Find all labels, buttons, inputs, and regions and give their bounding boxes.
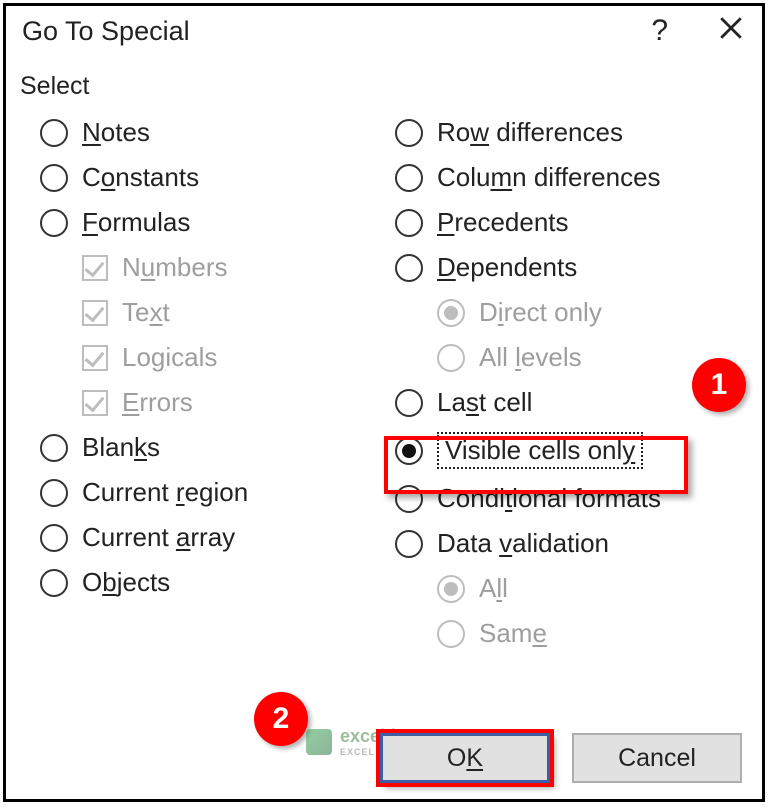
check-errors: Errors	[82, 387, 387, 418]
radio-same: Same	[437, 618, 742, 649]
radio-icon	[40, 434, 68, 462]
radio-label: Data validation	[437, 528, 609, 559]
radio-label: Column differences	[437, 162, 661, 193]
radio-label: Last cell	[437, 387, 532, 418]
radio-conditional-formats[interactable]: Conditional formats	[395, 483, 742, 514]
radio-precedents[interactable]: Precedents	[395, 207, 742, 238]
radio-icon	[395, 254, 423, 282]
radio-current-region[interactable]: Current region	[40, 477, 387, 508]
goto-special-dialog: Go To Special ? Select Notes Constants F…	[3, 3, 765, 802]
radio-row-differences[interactable]: Row differences	[395, 117, 742, 148]
radio-icon	[40, 209, 68, 237]
radio-icon	[40, 479, 68, 507]
help-button[interactable]: ?	[651, 14, 668, 48]
radio-column-differences[interactable]: Column differences	[395, 162, 742, 193]
radio-icon	[437, 344, 465, 372]
radio-icon	[395, 209, 423, 237]
checkbox-icon	[82, 390, 108, 416]
left-column: Notes Constants Formulas Numbers Text Lo…	[40, 109, 387, 663]
radio-icon	[395, 389, 423, 417]
radio-label: Row differences	[437, 117, 623, 148]
radio-label: Objects	[82, 567, 170, 598]
annotation-badge-1: 1	[692, 358, 746, 412]
check-label: Numbers	[122, 252, 228, 283]
radio-icon	[395, 437, 423, 465]
dialog-title: Go To Special	[22, 16, 190, 47]
cancel-button[interactable]: Cancel	[572, 733, 742, 783]
titlebar: Go To Special ?	[6, 6, 762, 54]
radio-icon	[40, 569, 68, 597]
ok-button[interactable]: OK	[380, 733, 550, 783]
radio-icon	[395, 119, 423, 147]
radio-label: Formulas	[82, 207, 190, 238]
radio-label: All levels	[479, 342, 582, 373]
radio-label: Dependents	[437, 252, 577, 283]
radio-blanks[interactable]: Blanks	[40, 432, 387, 463]
radio-label: Blanks	[82, 432, 160, 463]
radio-label: Conditional formats	[437, 483, 661, 514]
radio-last-cell[interactable]: Last cell	[395, 387, 742, 418]
radio-icon	[40, 119, 68, 147]
button-label: OK	[447, 744, 483, 773]
checkbox-icon	[82, 255, 108, 281]
check-label: Errors	[122, 387, 193, 418]
radio-all: All	[437, 573, 742, 604]
radio-notes[interactable]: Notes	[40, 117, 387, 148]
check-text: Text	[82, 297, 387, 328]
radio-label: Current array	[82, 522, 235, 553]
radio-label: Notes	[82, 117, 150, 148]
right-column: Row differences Column differences Prece…	[395, 109, 742, 663]
radio-icon	[40, 524, 68, 552]
check-label: Logicals	[122, 342, 217, 373]
button-row: OK Cancel	[380, 733, 742, 783]
radio-dependents[interactable]: Dependents	[395, 252, 742, 283]
close-button[interactable]	[718, 15, 744, 48]
radio-direct-only: Direct only	[437, 297, 742, 328]
annotation-badge-2: 2	[254, 692, 308, 746]
check-numbers: Numbers	[82, 252, 387, 283]
radio-visible-cells-only[interactable]: Visible cells only	[395, 432, 742, 469]
radio-current-array[interactable]: Current array	[40, 522, 387, 553]
group-label-select: Select	[6, 54, 762, 103]
close-icon	[718, 15, 744, 41]
radio-icon	[437, 620, 465, 648]
radio-label: Current region	[82, 477, 248, 508]
radio-icon	[40, 164, 68, 192]
radio-formulas[interactable]: Formulas	[40, 207, 387, 238]
radio-data-validation[interactable]: Data validation	[395, 528, 742, 559]
radio-objects[interactable]: Objects	[40, 567, 387, 598]
radio-label: Same	[479, 618, 547, 649]
radio-constants[interactable]: Constants	[40, 162, 387, 193]
radio-icon	[437, 299, 465, 327]
options-area: Notes Constants Formulas Numbers Text Lo…	[6, 103, 762, 663]
radio-icon	[395, 485, 423, 513]
radio-label: All	[479, 573, 508, 604]
radio-icon	[437, 575, 465, 603]
radio-icon	[395, 530, 423, 558]
checkbox-icon	[82, 300, 108, 326]
radio-label: Direct only	[479, 297, 602, 328]
check-logicals: Logicals	[82, 342, 387, 373]
check-label: Text	[122, 297, 170, 328]
watermark-icon	[306, 729, 332, 755]
checkbox-icon	[82, 345, 108, 371]
radio-label: Precedents	[437, 207, 569, 238]
radio-label: Constants	[82, 162, 199, 193]
radio-label: Visible cells only	[437, 432, 643, 469]
radio-icon	[395, 164, 423, 192]
